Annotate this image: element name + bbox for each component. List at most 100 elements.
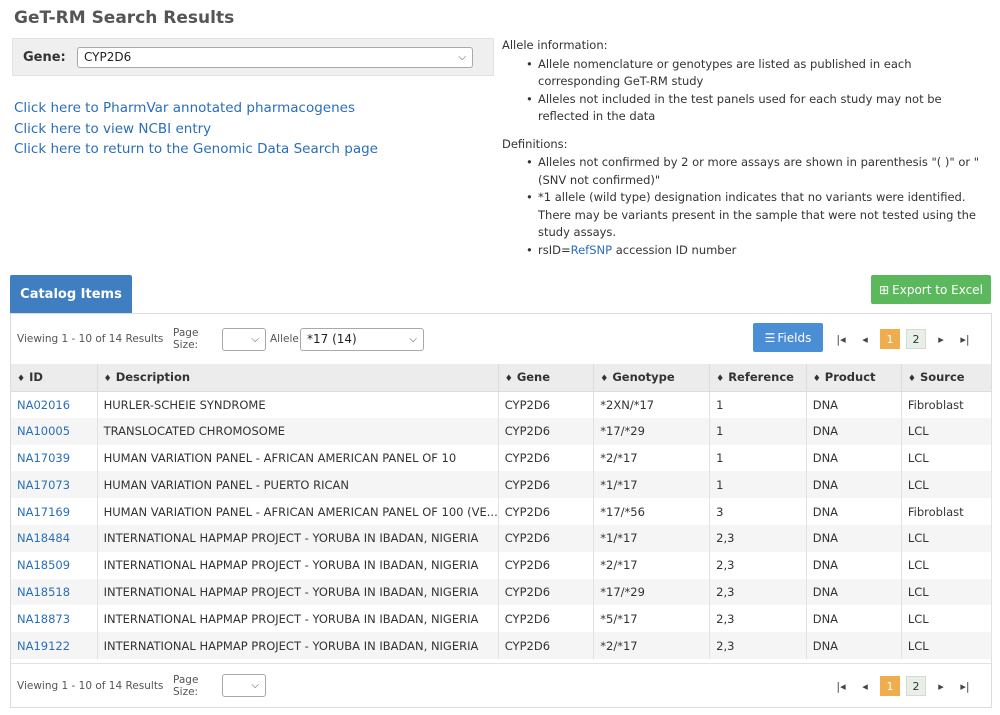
prev-page-button[interactable]: ◂ [853,680,877,693]
cell-description: INTERNATIONAL HAPMAP PROJECT - YORUBA IN… [97,578,499,606]
gene-select[interactable]: CYP2D6 ⌵ [77,46,473,68]
catalog-panel: Viewing 1 - 10 of 14 Results Page Size: … [10,313,993,708]
column-header-reference[interactable]: ♦ Reference [709,364,807,392]
page-size-label-footer: Page Size: [173,673,199,698]
allele-info-heading: Allele information: [502,38,608,52]
column-header-label: Gene [516,370,551,385]
page-size-select[interactable]: ⌵ [222,327,266,351]
fields-button[interactable]: ☰ Fields [753,323,823,352]
cell-genotype: *17/*29 [593,417,711,445]
cell-source: LCL [901,551,993,579]
cell-reference: 1 [709,391,807,418]
column-header-label: Source [919,370,965,385]
cell-source: Fibroblast [901,498,993,525]
page-size-select-footer[interactable]: ⌵ [222,674,266,697]
sort-icon: ♦ [17,374,26,385]
page-2-button[interactable]: 2 [906,676,926,696]
next-page-button[interactable]: ▸ [929,333,953,346]
table-row: NA17169 HUMAN VARIATION PANEL - AFRICAN A… [11,498,993,525]
item-id-link[interactable]: NA18509 [17,558,70,572]
table-row: NA18873 INTERNATIONAL HAPMAP PROJECT - YO… [11,605,993,633]
first-page-button[interactable]: |◂ [829,680,853,693]
viewing-count: Viewing 1 - 10 of 14 Results [17,333,164,345]
cell-gene: CYP2D6 [498,551,595,579]
genomic-search-link[interactable]: Click here to return to the Genomic Data… [14,139,378,160]
export-excel-button[interactable]: ⊞ Export to Excel [871,275,991,304]
item-id-link[interactable]: NA17039 [17,451,70,465]
pharmvar-link[interactable]: Click here to PharmVar annotated pharmac… [14,98,378,119]
cell-genotype: *1/*17 [593,524,711,552]
table-row: NA18518 INTERNATIONAL HAPMAP PROJECT - YO… [11,578,993,606]
cell-id: NA19122 [11,632,98,659]
chevron-down-icon: ⌵ [458,51,466,63]
cell-reference: 2,3 [709,551,807,579]
table-row: NA02016 HURLER-SCHEIE SYNDROME CYP2D6 *2XN/… [11,391,993,418]
cell-genotype: *17/*29 [593,578,711,606]
cell-product: DNA [806,471,902,499]
cell-gene: CYP2D6 [498,524,595,552]
sort-icon: ♦ [600,374,609,385]
first-page-button[interactable]: |◂ [829,333,853,346]
gene-label: Gene: [23,49,66,65]
table-header-row: ♦ ID ♦ Description ♦ Gene ♦ Genotype ♦ Refere… [11,364,993,392]
refsnp-link[interactable]: RefSNP [571,243,612,257]
chevron-down-icon: ⌵ [251,680,259,691]
cell-source: Fibroblast [901,391,993,418]
column-header-product[interactable]: ♦ Product [806,364,902,392]
cell-description: INTERNATIONAL HAPMAP PROJECT - YORUBA IN… [97,524,499,552]
item-id-link[interactable]: NA18873 [17,612,70,626]
sort-icon: ♦ [812,374,821,385]
cell-description: INTERNATIONAL HAPMAP PROJECT - YORUBA IN… [97,551,499,579]
list-icon: ☰ [764,330,776,345]
allele-select-value: *17 (14) [307,332,357,346]
item-id-link[interactable]: NA17169 [17,505,70,519]
last-page-button[interactable]: ▸| [953,333,977,346]
item-id-link[interactable]: NA18484 [17,531,70,545]
item-id-link[interactable]: NA17073 [17,478,70,492]
cell-reference: 1 [709,444,807,472]
table-row: NA18484 INTERNATIONAL HAPMAP PROJECT - YO… [11,524,993,552]
next-page-button[interactable]: ▸ [929,680,953,693]
chevron-down-icon: ⌵ [409,333,417,345]
ncbi-link[interactable]: Click here to view NCBI entry [14,119,378,140]
column-header-description[interactable]: ♦ Description [97,364,499,392]
column-header-genotype[interactable]: ♦ Genotype [593,364,711,392]
item-id-link[interactable]: NA10005 [17,424,70,438]
table-row: NA10005 TRANSLOCATED CHROMOSOME CYP2D6 *17/… [11,417,993,445]
cell-product: DNA [806,417,902,445]
column-header-id[interactable]: ♦ ID [11,364,98,392]
definition-item: *1 allele (wild type) designation indica… [526,189,994,242]
table-row: NA17073 HUMAN VARIATION PANEL - PUERTO RI… [11,471,993,499]
page-2-button[interactable]: 2 [906,329,926,349]
allele-select[interactable]: *17 (14) ⌵ [300,327,424,351]
cell-description: HUMAN VARIATION PANEL - AFRICAN AMERICAN… [97,498,499,525]
cell-source: LCL [901,417,993,445]
cell-genotype: *2/*17 [593,444,711,472]
export-label: Export to Excel [892,282,983,297]
page-1-button[interactable]: 1 [880,329,900,349]
cell-reference: 2,3 [709,605,807,633]
tab-catalog-items[interactable]: Catalog Items [10,275,132,314]
cell-id: NA18484 [11,524,98,552]
cell-reference: 2,3 [709,524,807,552]
cell-description: INTERNATIONAL HAPMAP PROJECT - YORUBA IN… [97,605,499,633]
prev-page-button[interactable]: ◂ [853,333,877,346]
cell-product: DNA [806,632,902,659]
fields-label: Fields [777,330,812,345]
item-id-link[interactable]: NA19122 [17,639,70,653]
item-id-link[interactable]: NA18518 [17,585,70,599]
page-1-button[interactable]: 1 [880,676,900,696]
column-header-source[interactable]: ♦ Source [901,364,993,392]
viewing-count-footer: Viewing 1 - 10 of 14 Results [17,679,164,692]
last-page-button[interactable]: ▸| [953,680,977,693]
page-title: GeT-RM Search Results [14,8,235,28]
item-id-link[interactable]: NA02016 [17,398,70,412]
cell-description: HURLER-SCHEIE SYNDROME [97,391,499,418]
cell-id: NA18873 [11,605,98,633]
pager-top: |◂ ◂ 1 2 ▸ ▸| [829,329,977,349]
cell-reference: 2,3 [709,578,807,606]
column-header-gene[interactable]: ♦ Gene [498,364,595,392]
catalog-table: ♦ ID ♦ Description ♦ Gene ♦ Genotype ♦ Refere… [11,364,993,659]
cell-source: LCL [901,444,993,472]
pager-bottom: |◂ ◂ 1 2 ▸ ▸| [829,676,977,696]
